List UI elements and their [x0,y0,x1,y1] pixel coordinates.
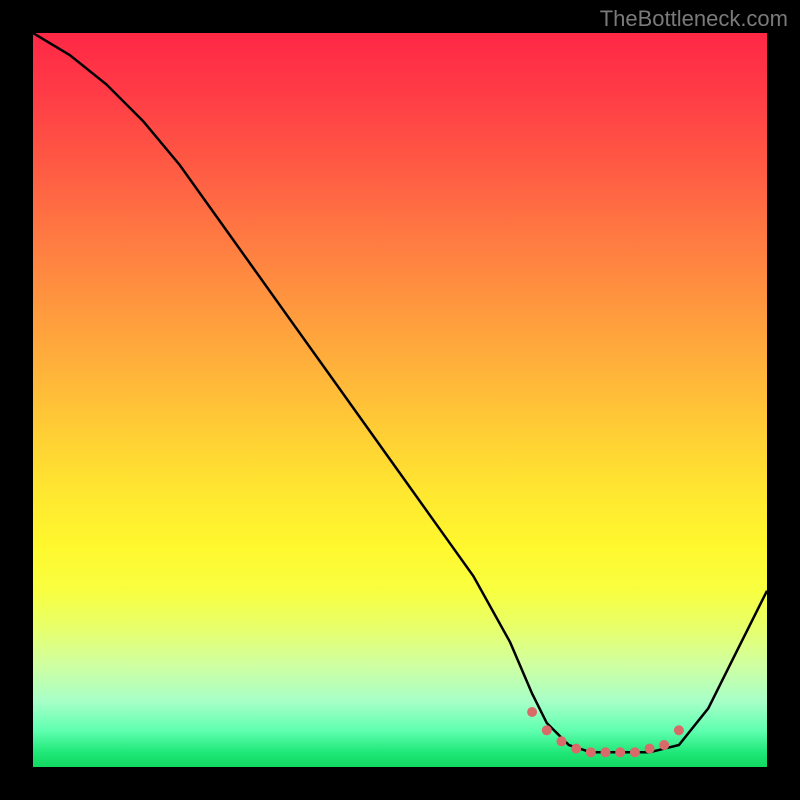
highlight-dot [571,744,581,754]
highlight-dot [586,747,596,757]
chart-plot-area [33,33,767,767]
highlight-dot [645,744,655,754]
highlight-dot [615,747,625,757]
highlight-dot [542,725,552,735]
chart-svg [33,33,767,767]
highlight-dot [601,747,611,757]
highlight-dot [659,740,669,750]
highlight-dot [630,747,640,757]
highlight-dot [674,725,684,735]
bottleneck-curve-line [33,33,767,752]
highlight-dot [527,707,537,717]
attribution-text: TheBottleneck.com [600,6,788,32]
highlight-dot [557,736,567,746]
